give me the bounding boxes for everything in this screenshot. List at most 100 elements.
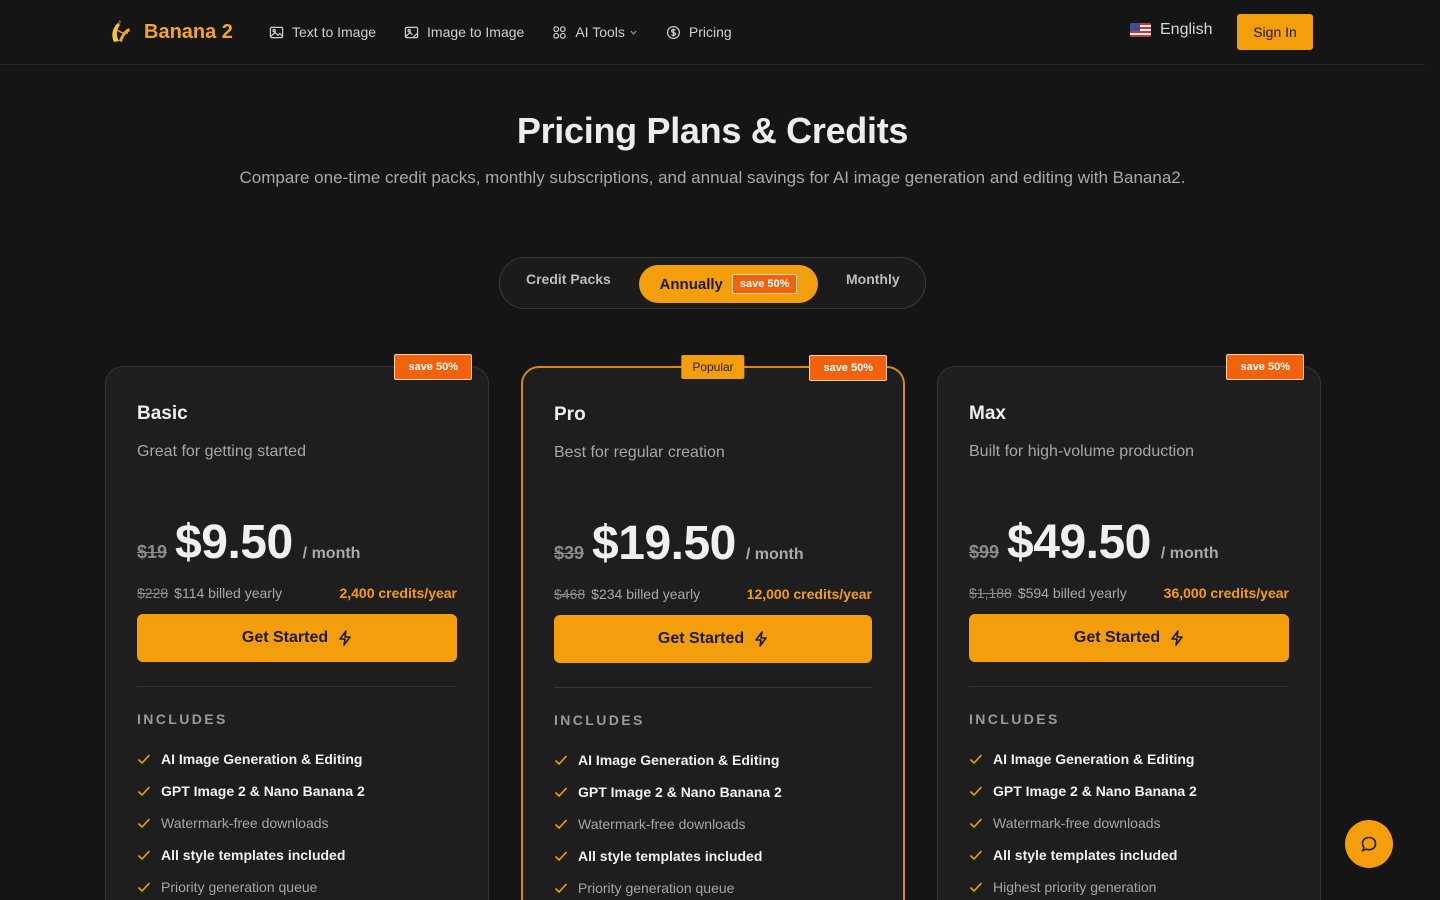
price-period: / month	[745, 546, 804, 563]
check-icon	[137, 882, 151, 893]
feature-item: AI Image Generation & Editing	[969, 743, 1197, 775]
feature-text: Watermark-free downloads	[578, 816, 746, 832]
price-period: / month	[302, 545, 361, 562]
feature-item: Priority generation queue	[137, 871, 365, 900]
original-price: $19	[137, 542, 168, 562]
discounted-price: $9.50	[175, 516, 293, 569]
feature-text: Priority generation queue	[161, 879, 318, 895]
discounted-price: $49.50	[1007, 516, 1151, 569]
feature-text: All style templates included	[161, 847, 346, 863]
feature-text: Highest priority generation	[993, 879, 1157, 895]
feature-text: GPT Image 2 & Nano Banana 2	[578, 784, 782, 800]
check-icon	[554, 883, 568, 894]
check-icon	[554, 787, 568, 798]
price-period: / month	[1160, 545, 1219, 562]
feature-item: Watermark-free downloads	[137, 807, 365, 839]
language-label: English	[1160, 21, 1213, 38]
plan-name: Max	[969, 403, 1006, 424]
check-icon	[969, 882, 983, 893]
feature-text: Watermark-free downloads	[993, 815, 1161, 831]
yearly-billed-text: $594 billed yearly	[1017, 585, 1127, 601]
original-yearly-price: $228	[137, 585, 169, 601]
get-started-button[interactable]: Get Started	[554, 615, 872, 663]
save-badge: save 50%	[394, 354, 472, 380]
get-started-label: Get Started	[1073, 629, 1161, 646]
feature-text: AI Image Generation & Editing	[578, 752, 780, 768]
check-icon	[137, 786, 151, 797]
feature-item: All style templates included	[554, 840, 782, 872]
check-icon	[969, 818, 983, 829]
credits-per-year: 36,000 credits/year	[1163, 585, 1289, 601]
original-yearly-price: $1,188	[969, 585, 1012, 601]
check-icon	[137, 754, 151, 765]
credits-per-year: 12,000 credits/year	[746, 586, 872, 602]
feature-text: GPT Image 2 & Nano Banana 2	[161, 783, 365, 799]
nav-text-to-image[interactable]: Text to Image	[269, 22, 376, 42]
lightning-icon	[755, 631, 767, 647]
includes-heading: INCLUDES	[969, 711, 1060, 727]
top-navbar: Banana 2 Text to Image Image to Image AI…	[0, 0, 1425, 65]
grid-icon	[553, 25, 567, 39]
save-badge: save 50%	[809, 355, 887, 381]
feature-item: All style templates included	[137, 839, 365, 871]
chat-support-button[interactable]	[1345, 820, 1393, 868]
nav-image-to-image[interactable]: Image to Image	[404, 22, 524, 42]
original-price: $39	[554, 543, 585, 563]
banana-logo-icon	[112, 20, 130, 42]
billing-summary: $1,188 $594 billed yearly 36,000 credits…	[969, 585, 1289, 601]
image-icon	[269, 26, 284, 38]
language-selector[interactable]: English	[1130, 21, 1212, 39]
feature-list: AI Image Generation & Editing GPT Image …	[137, 743, 365, 900]
yearly-billed-text: $234 billed yearly	[591, 586, 701, 602]
plan-card-basic: save 50% Basic Great for getting started…	[105, 354, 489, 900]
divider	[969, 686, 1289, 687]
feature-text: All style templates included	[578, 848, 763, 864]
check-icon	[969, 754, 983, 765]
plan-description: Best for regular creation	[554, 444, 725, 461]
original-yearly-price: $468	[554, 586, 586, 602]
get-started-label: Get Started	[241, 629, 329, 646]
nav-pricing[interactable]: Pricing	[666, 22, 732, 42]
plan-card-max: save 50% Max Built for high-volume produ…	[937, 354, 1321, 900]
includes-heading: INCLUDES	[137, 711, 228, 727]
divider	[137, 686, 457, 687]
brand-logo-link[interactable]: Banana 2	[108, 17, 233, 47]
nav-label: Image to Image	[427, 24, 525, 40]
check-icon	[137, 850, 151, 861]
toggle-annually[interactable]: Annually save 50%	[639, 265, 818, 303]
plan-description: Built for high-volume production	[969, 443, 1195, 460]
billing-summary: $228 $114 billed yearly 2,400 credits/ye…	[137, 585, 457, 601]
brand-name: Banana 2	[144, 20, 233, 43]
feature-text: All style templates included	[993, 847, 1178, 863]
sign-in-button[interactable]: Sign In	[1237, 14, 1313, 50]
divider	[554, 687, 872, 688]
check-icon	[554, 819, 568, 830]
feature-item: GPT Image 2 & Nano Banana 2	[969, 775, 1197, 807]
feature-item: AI Image Generation & Editing	[554, 744, 782, 776]
price-row: $19 $9.50 / month	[137, 515, 360, 570]
lightning-icon	[1171, 630, 1183, 646]
toggle-credit-packs[interactable]: Credit Packs	[526, 258, 611, 308]
main-nav: Text to Image Image to Image AI Tools Pr…	[269, 22, 760, 42]
billing-summary: $468 $234 billed yearly 12,000 credits/y…	[554, 586, 872, 602]
get-started-button[interactable]: Get Started	[137, 614, 457, 662]
page-subtitle: Compare one-time credit packs, monthly s…	[239, 168, 1186, 187]
feature-text: AI Image Generation & Editing	[993, 751, 1195, 767]
feature-item: Watermark-free downloads	[554, 808, 782, 840]
get-started-button[interactable]: Get Started	[969, 614, 1289, 662]
feature-item: AI Image Generation & Editing	[137, 743, 365, 775]
nav-label: AI Tools	[575, 24, 625, 40]
plan-name: Pro	[554, 404, 586, 425]
feature-item: Priority generation queue	[554, 872, 782, 900]
plan-description: Great for getting started	[137, 443, 306, 460]
toggle-monthly[interactable]: Monthly	[846, 258, 900, 308]
price-row: $99 $49.50 / month	[969, 515, 1219, 570]
check-icon	[137, 818, 151, 829]
save-badge: save 50%	[1226, 354, 1304, 380]
nav-label: Text to Image	[292, 24, 377, 40]
nav-ai-tools-dropdown[interactable]: AI Tools	[552, 22, 638, 42]
check-icon	[969, 850, 983, 861]
feature-item: GPT Image 2 & Nano Banana 2	[137, 775, 365, 807]
feature-list: AI Image Generation & Editing GPT Image …	[969, 743, 1197, 900]
image-edit-icon	[404, 26, 419, 38]
